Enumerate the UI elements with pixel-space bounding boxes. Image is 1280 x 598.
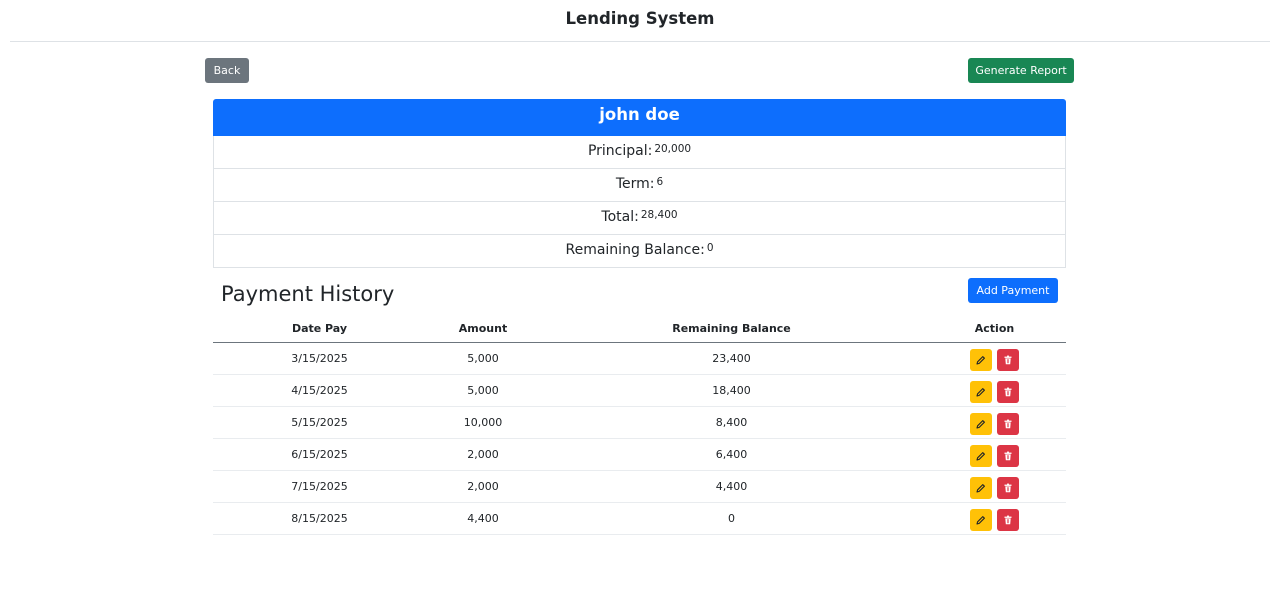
column-header-date-pay: Date Pay (213, 316, 426, 343)
pencil-icon (976, 420, 985, 429)
date-pay-cell: 6/15/2025 (213, 438, 426, 471)
borrower-name: john doe (213, 99, 1066, 136)
pencil-icon (976, 484, 985, 493)
table-row: 4/15/2025 5,000 18,400 (213, 374, 1066, 407)
table-row: 5/15/2025 10,000 8,400 (213, 406, 1066, 439)
principal-row: Principal: 20,000 (213, 136, 1066, 169)
table-header-row: Date Pay Amount Remaining Balance Action (213, 316, 1066, 343)
delete-payment-button[interactable] (997, 349, 1020, 371)
action-cell (923, 470, 1066, 503)
delete-payment-button[interactable] (997, 477, 1020, 499)
remaining-balance-cell: 23,400 (540, 342, 923, 375)
pencil-icon (976, 452, 985, 461)
pencil-icon (976, 356, 985, 365)
action-cell (923, 406, 1066, 439)
table-row: 8/15/2025 4,400 0 (213, 502, 1066, 535)
app-title[interactable]: Lending System (566, 9, 715, 28)
total-value: 28,400 (640, 209, 678, 221)
amount-cell: 10,000 (426, 406, 540, 439)
delete-payment-button[interactable] (997, 381, 1020, 403)
delete-payment-button[interactable] (997, 509, 1020, 531)
action-cell (923, 438, 1066, 471)
remaining-balance-row: Remaining Balance: 0 (213, 235, 1066, 268)
payment-history-table: Date Pay Amount Remaining Balance Action… (213, 316, 1066, 535)
column-header-action: Action (923, 316, 1066, 343)
total-row: Total: 28,400 (213, 202, 1066, 235)
remaining-balance-label: Remaining Balance: (565, 242, 705, 258)
date-pay-cell: 5/15/2025 (213, 406, 426, 439)
trash-icon (1004, 419, 1012, 429)
trash-icon (1004, 451, 1012, 461)
delete-payment-button[interactable] (997, 413, 1020, 435)
term-row: Term: 6 (213, 169, 1066, 202)
pencil-icon (976, 516, 985, 525)
date-pay-cell: 7/15/2025 (213, 470, 426, 503)
add-payment-button[interactable]: Add Payment (968, 278, 1058, 303)
remaining-balance-cell: 6,400 (540, 438, 923, 471)
trash-icon (1004, 387, 1012, 397)
edit-payment-button[interactable] (969, 477, 992, 499)
remaining-balance-cell: 4,400 (540, 470, 923, 503)
action-cell (923, 374, 1066, 407)
date-pay-cell: 4/15/2025 (213, 374, 426, 407)
pencil-icon (976, 388, 985, 397)
borrower-card: john doe Principal: 20,000 Term: 6 Total: 2… (213, 99, 1066, 268)
payment-history-title: Payment History (221, 282, 395, 306)
action-cell (923, 502, 1066, 535)
action-cell (923, 342, 1066, 375)
edit-payment-button[interactable] (969, 509, 992, 531)
remaining-balance-cell: 18,400 (540, 374, 923, 407)
table-row: 6/15/2025 2,000 6,400 (213, 438, 1066, 471)
edit-payment-button[interactable] (969, 349, 992, 371)
total-label: Total: (601, 209, 639, 225)
principal-label: Principal: (587, 143, 653, 159)
trash-icon (1004, 483, 1012, 493)
date-pay-cell: 8/15/2025 (213, 502, 426, 535)
amount-cell: 5,000 (426, 374, 540, 407)
table-row: 3/15/2025 5,000 23,400 (213, 342, 1066, 375)
principal-value: 20,000 (654, 143, 692, 155)
column-header-amount: Amount (426, 316, 540, 343)
table-row: 7/15/2025 2,000 4,400 (213, 470, 1066, 503)
remaining-balance-value: 0 (706, 242, 714, 254)
term-label: Term: (615, 176, 655, 192)
navbar: Lending System (10, 0, 1270, 42)
amount-cell: 2,000 (426, 438, 540, 471)
edit-payment-button[interactable] (969, 413, 992, 435)
trash-icon (1004, 515, 1012, 525)
amount-cell: 5,000 (426, 342, 540, 375)
amount-cell: 2,000 (426, 470, 540, 503)
remaining-balance-cell: 0 (540, 502, 923, 535)
edit-payment-button[interactable] (969, 445, 992, 467)
edit-payment-button[interactable] (969, 381, 992, 403)
amount-cell: 4,400 (426, 502, 540, 535)
trash-icon (1004, 355, 1012, 365)
generate-report-button[interactable]: Generate Report (968, 58, 1074, 83)
term-value: 6 (656, 176, 664, 188)
date-pay-cell: 3/15/2025 (213, 342, 426, 375)
column-header-remaining-balance: Remaining Balance (540, 316, 923, 343)
back-button[interactable]: Back (205, 58, 249, 83)
delete-payment-button[interactable] (997, 445, 1020, 467)
remaining-balance-cell: 8,400 (540, 406, 923, 439)
